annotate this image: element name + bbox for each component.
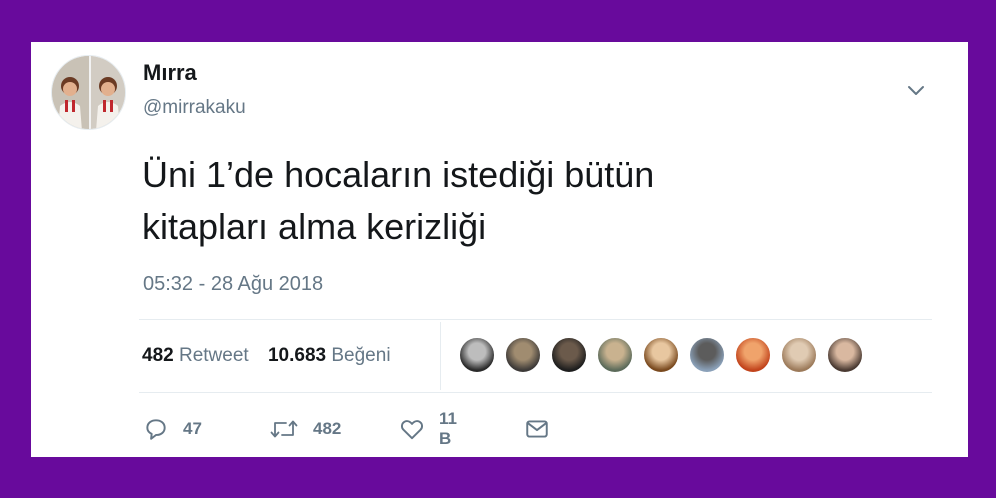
liker-avatar[interactable] [735,337,771,373]
retweets-label: Retweet [178,345,249,366]
liker-avatar[interactable] [643,337,679,373]
tweet-text-line: Üni 1’de hocaların istediği bütün [142,154,655,195]
like-count: 11 B [439,409,457,448]
retweets-stat[interactable]: 482 Retweet [142,345,249,366]
likes-count: 10.683 [267,345,327,366]
like-button[interactable]: 11 B [399,409,457,448]
avatar-image [52,56,125,129]
liker-avatar[interactable] [505,337,541,373]
retweet-arrows-icon [269,416,299,442]
display-name[interactable]: Mırra [143,60,197,86]
heart-icon [399,416,425,442]
speech-bubble-icon [143,416,169,442]
tweet-text: Üni 1’de hocaların istediği bütün kitapl… [142,149,842,253]
envelope-icon [524,416,550,442]
tweet-timestamp[interactable]: 05:32 - 28 Ağu 2018 [143,273,323,296]
chevron-down-icon[interactable] [904,78,928,102]
reply-count: 47 [183,419,202,438]
divider [139,392,932,393]
divider [139,319,932,320]
retweets-count: 482 [142,345,174,366]
retweet-count: 482 [313,419,342,438]
liker-avatar[interactable] [781,337,817,373]
liker-avatar[interactable] [459,337,495,373]
liker-avatar[interactable] [597,337,633,373]
user-handle[interactable]: @mirrakaku [143,97,246,119]
liker-avatar[interactable] [689,337,725,373]
direct-message-button[interactable] [524,415,550,443]
reply-button[interactable]: 47 [143,415,202,443]
liker-avatar[interactable] [827,337,863,373]
tweet-text-line: kitapları alma kerizliği [142,206,487,247]
tweet-stats: 482 Retweet 10.683 Beğeni [142,345,405,367]
tweet-card: Mırra @mirrakaku Üni 1’de hocaların iste… [31,42,968,457]
retweet-button[interactable]: 482 [269,415,341,443]
avatar[interactable] [51,55,126,130]
liker-avatar[interactable] [551,337,587,373]
likes-stat[interactable]: 10.683 Beğeni [268,345,391,366]
stats-divider [440,322,441,390]
likes-label: Beğeni [331,345,391,366]
